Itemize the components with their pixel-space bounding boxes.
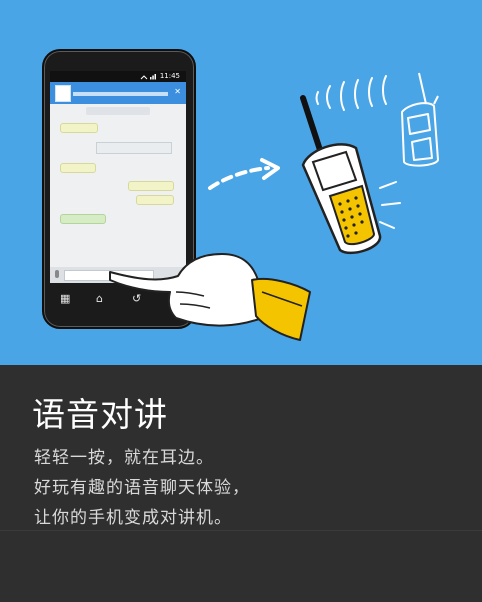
feature-intro-page: 11:45 ✕ ▦ ⌂ ↺ 语音对讲 轻轻一按，就在耳边。 好玩有趣的语音聊天体… [0, 0, 482, 602]
illustration-drawings [109, 72, 439, 341]
feature-description-line-2: 好玩有趣的语音聊天体验， [34, 478, 250, 498]
pointing-hand-icon [109, 253, 311, 341]
feature-description-panel: 语音对讲 轻轻一按，就在耳边。 好玩有趣的语音聊天体验， 让你的手机变成对讲机。 [0, 365, 482, 602]
signal-waves-icon [315, 75, 387, 111]
feature-title: 语音对讲 [32, 395, 168, 434]
voice-intercom-illustration: 11:45 ✕ ▦ ⌂ ↺ [0, 0, 482, 365]
feature-description-line-1: 轻轻一按，就在耳边。 [34, 448, 214, 468]
dashed-arrow-icon [208, 158, 280, 190]
feature-description-line-3: 让你的手机变成对讲机。 [34, 508, 232, 528]
divider [0, 530, 482, 531]
walkie-talkie-outline-icon [401, 72, 439, 167]
walkie-talkie-icon [300, 95, 401, 255]
